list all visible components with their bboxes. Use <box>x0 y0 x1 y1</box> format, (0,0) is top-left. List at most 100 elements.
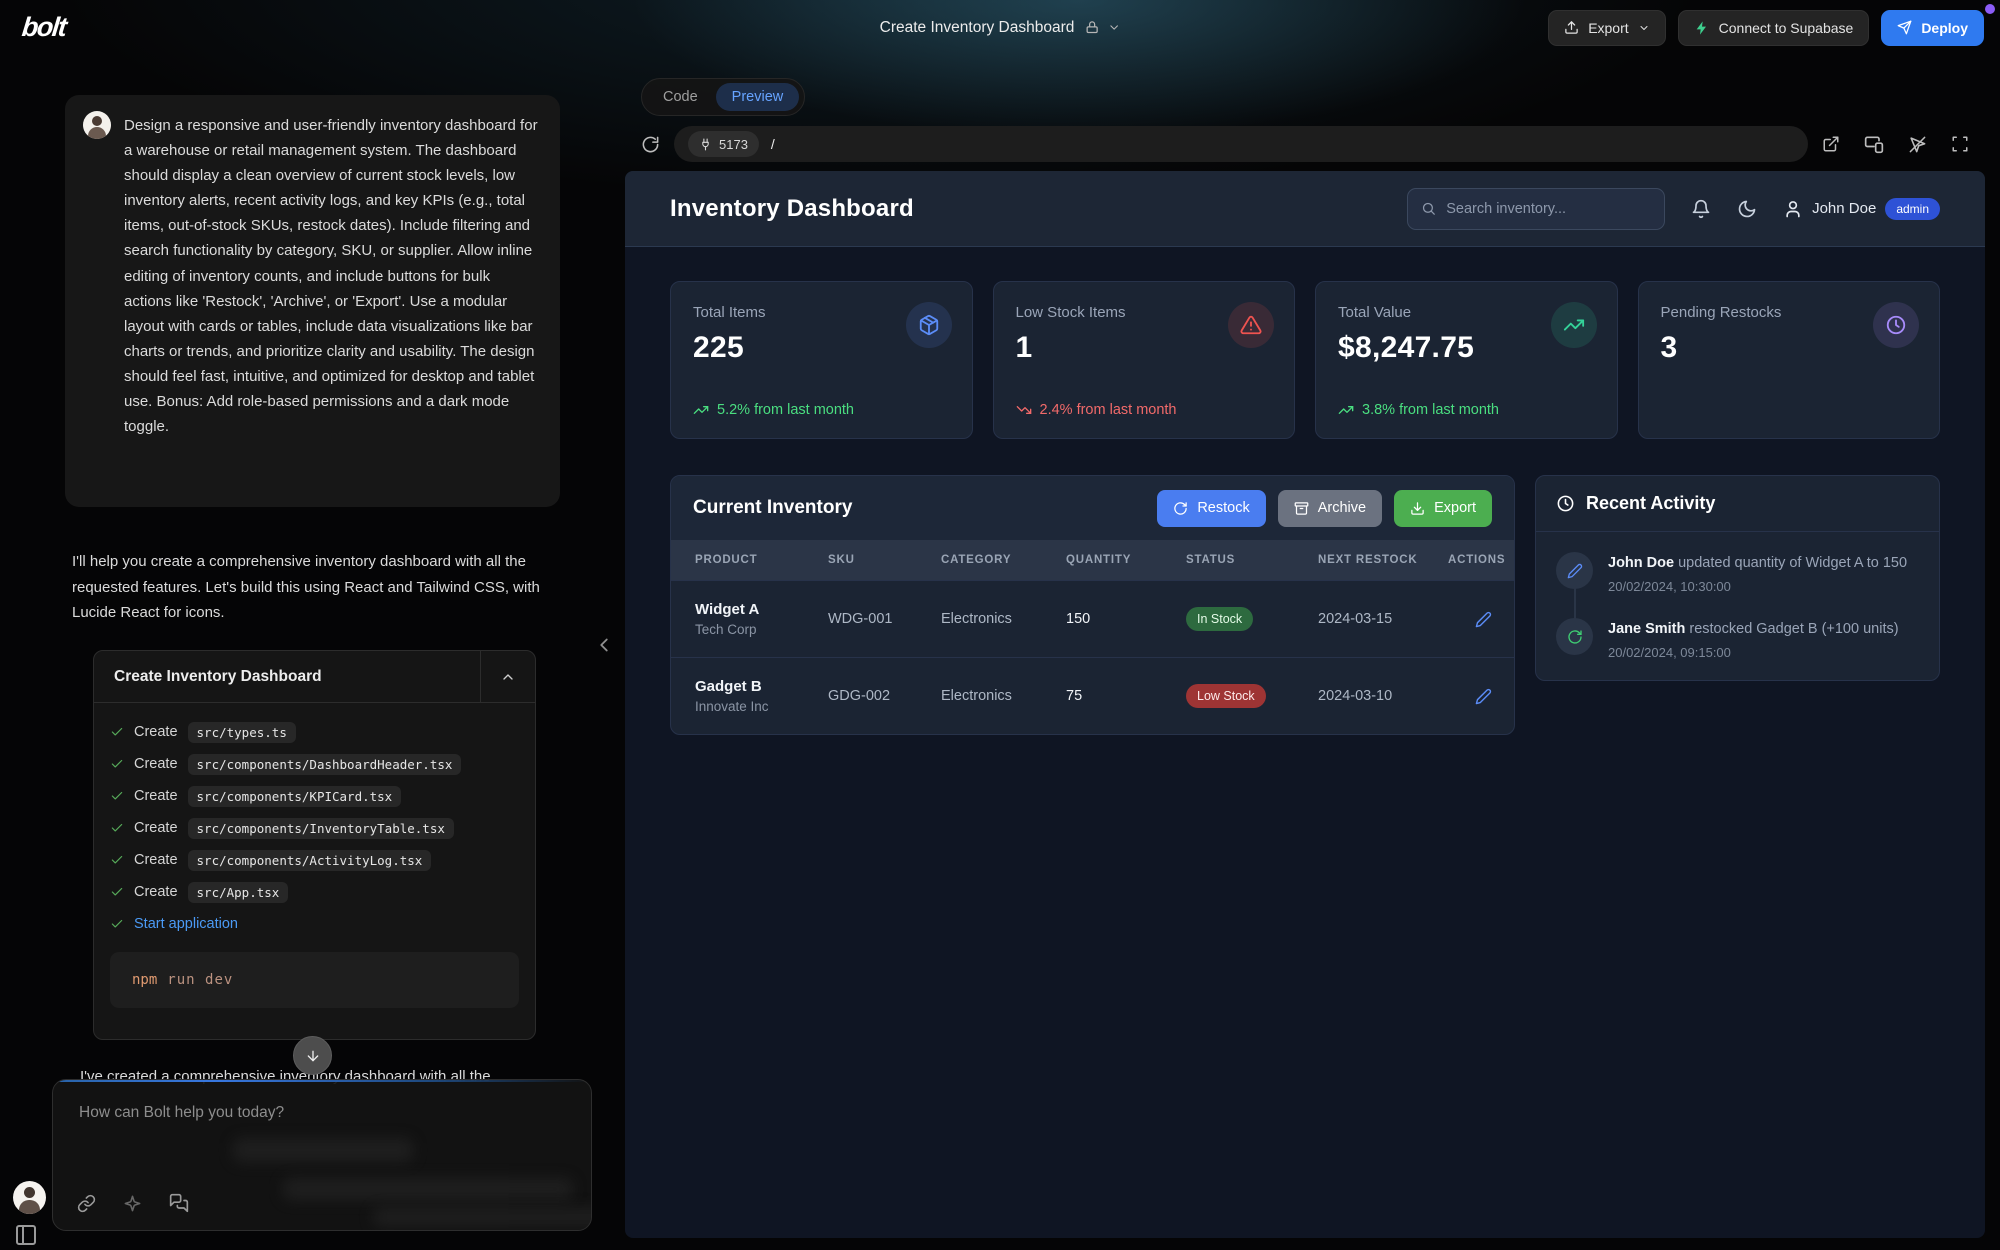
person-icon <box>1783 199 1803 219</box>
account-avatar[interactable] <box>13 1181 46 1214</box>
table-header: PRODUCT SKU CATEGORY QUANTITY STATUS NEX… <box>671 540 1514 580</box>
connect-supabase-button[interactable]: Connect to Supabase <box>1678 10 1870 46</box>
file-chip[interactable]: src/components/InventoryTable.tsx <box>188 818 454 839</box>
link-icon[interactable] <box>77 1194 96 1213</box>
assistant-message: I'll help you create a comprehensive inv… <box>72 549 550 626</box>
url-input[interactable]: 5173 / <box>674 126 1808 162</box>
file-chip[interactable]: src/App.tsx <box>188 882 289 903</box>
tab-preview[interactable]: Preview <box>716 83 800 111</box>
scroll-to-bottom-button[interactable] <box>293 1036 332 1075</box>
url-path: / <box>771 136 775 152</box>
app-header: Inventory Dashboard John Doe admin <box>625 171 1985 247</box>
preview-address-bar: 5173 / <box>641 123 1969 165</box>
start-application-step: Start application <box>110 908 519 940</box>
chat-panel: Design a responsive and user-friendly in… <box>0 55 625 1250</box>
file-chip[interactable]: src/components/DashboardHeader.tsx <box>188 754 462 775</box>
project-title-menu[interactable]: Create Inventory Dashboard <box>880 19 1121 37</box>
chevron-down-icon <box>1638 22 1650 34</box>
artifact-steps: Create src/types.ts Create src/component… <box>94 703 535 940</box>
refresh-icon <box>1556 618 1593 655</box>
responsive-devices-icon[interactable] <box>1864 134 1884 154</box>
collapse-artifact-button[interactable] <box>480 651 535 702</box>
quantity-value: 75 <box>1066 688 1186 704</box>
deploy-button[interactable]: Deploy <box>1881 10 1984 46</box>
user-menu[interactable]: John Doe admin <box>1783 198 1940 220</box>
kpi-trend: 2.4% from last month <box>1016 402 1177 418</box>
bolt-logo[interactable]: bolt <box>20 12 67 43</box>
kpi-trend: 5.2% from last month <box>693 402 854 418</box>
package-icon <box>906 302 952 348</box>
sidebar-toggle-icon[interactable] <box>14 1223 38 1247</box>
start-application-link[interactable]: Start application <box>134 916 238 932</box>
plug-icon <box>699 138 712 151</box>
fullscreen-icon[interactable] <box>1951 135 1969 153</box>
file-chip[interactable]: src/components/ActivityLog.tsx <box>188 850 432 871</box>
dark-mode-toggle-icon[interactable] <box>1737 199 1757 219</box>
alert-triangle-icon <box>1228 302 1274 348</box>
recent-activity-card: Recent Activity John Doe updated quantit… <box>1535 475 1940 681</box>
collapse-chat-button[interactable] <box>593 630 615 660</box>
redacted-blur <box>373 1208 592 1226</box>
inventory-table-card: Current Inventory Restock Archive <box>670 475 1515 735</box>
export-csv-button[interactable]: Export <box>1394 490 1492 527</box>
file-chip[interactable]: src/types.ts <box>188 722 296 743</box>
check-icon <box>110 789 124 803</box>
chat-bubbles-icon[interactable] <box>169 1193 189 1213</box>
user-message: Design a responsive and user-friendly in… <box>65 95 560 507</box>
trending-up-icon <box>1338 402 1354 418</box>
supabase-icon <box>1694 20 1710 36</box>
reload-icon[interactable] <box>641 135 660 154</box>
upload-icon <box>1564 20 1579 35</box>
edit-row-icon[interactable] <box>1475 611 1492 628</box>
inventory-search-input[interactable] <box>1446 201 1651 217</box>
activity-timestamp: 20/02/2024, 10:30:00 <box>1608 579 1907 594</box>
terminal-command: npmrun dev <box>110 952 519 1008</box>
code-preview-toggle: Code Preview <box>641 78 805 116</box>
kpi-trend: 3.8% from last month <box>1338 402 1499 418</box>
inventory-search[interactable] <box>1407 188 1665 230</box>
activity-item: Jane Smith restocked Gadget B (+100 unit… <box>1556 618 1919 660</box>
kpi-row: Total Items 225 5.2% from last month Low… <box>670 281 1940 439</box>
chat-input[interactable] <box>53 1080 591 1176</box>
kpi-card-total-value: Total Value $8,247.75 3.8% from last mon… <box>1315 281 1618 439</box>
inventory-title: Current Inventory <box>693 497 852 519</box>
user-avatar <box>83 111 111 139</box>
chevron-up-icon <box>500 669 516 685</box>
role-badge: admin <box>1885 198 1940 220</box>
chat-input-container <box>52 1079 592 1231</box>
file-chip[interactable]: src/components/KPICard.tsx <box>188 786 402 807</box>
chevron-down-icon <box>1107 21 1120 34</box>
archive-icon <box>1294 501 1309 516</box>
workbench: Code Preview 5173 / Inventory Dashboard <box>625 65 1985 1242</box>
sparkles-icon[interactable] <box>123 1194 142 1213</box>
arrow-down-icon <box>305 1048 321 1064</box>
artifact-step: Create src/components/InventoryTable.tsx <box>110 812 519 844</box>
app-title: Inventory Dashboard <box>670 195 914 223</box>
open-in-new-tab-icon[interactable] <box>1822 135 1840 153</box>
tab-code[interactable]: Code <box>647 83 714 111</box>
activity-title: Recent Activity <box>1586 493 1715 514</box>
check-icon <box>110 757 124 771</box>
export-button[interactable]: Export <box>1548 10 1665 46</box>
artifact-step: Create src/components/ActivityLog.tsx <box>110 844 519 876</box>
status-badge: In Stock <box>1186 607 1253 631</box>
preview-frame: Inventory Dashboard John Doe admin <box>625 171 1985 1238</box>
artifact-step: Create src/App.tsx <box>110 876 519 908</box>
user-message-text: Design a responsive and user-friendly in… <box>124 111 540 439</box>
restock-button[interactable]: Restock <box>1157 490 1265 527</box>
bell-icon[interactable] <box>1691 199 1711 219</box>
top-bar: bolt Create Inventory Dashboard Export C… <box>0 0 2000 55</box>
kpi-card-low-stock: Low Stock Items 1 2.4% from last month <box>993 281 1296 439</box>
panel-left-icon <box>14 1223 38 1247</box>
inspector-pointer-off-icon[interactable] <box>1908 135 1927 154</box>
trending-up-icon <box>1551 302 1597 348</box>
chevron-left-icon <box>593 630 615 660</box>
redacted-blur <box>283 1178 573 1200</box>
check-icon <box>110 725 124 739</box>
status-badge: Low Stock <box>1186 684 1266 708</box>
table-row: Widget A Tech Corp WDG-001 Electronics 1… <box>671 580 1514 657</box>
edit-row-icon[interactable] <box>1475 688 1492 705</box>
archive-button[interactable]: Archive <box>1278 490 1382 527</box>
check-icon <box>110 885 124 899</box>
port-chip[interactable]: 5173 <box>688 131 759 157</box>
